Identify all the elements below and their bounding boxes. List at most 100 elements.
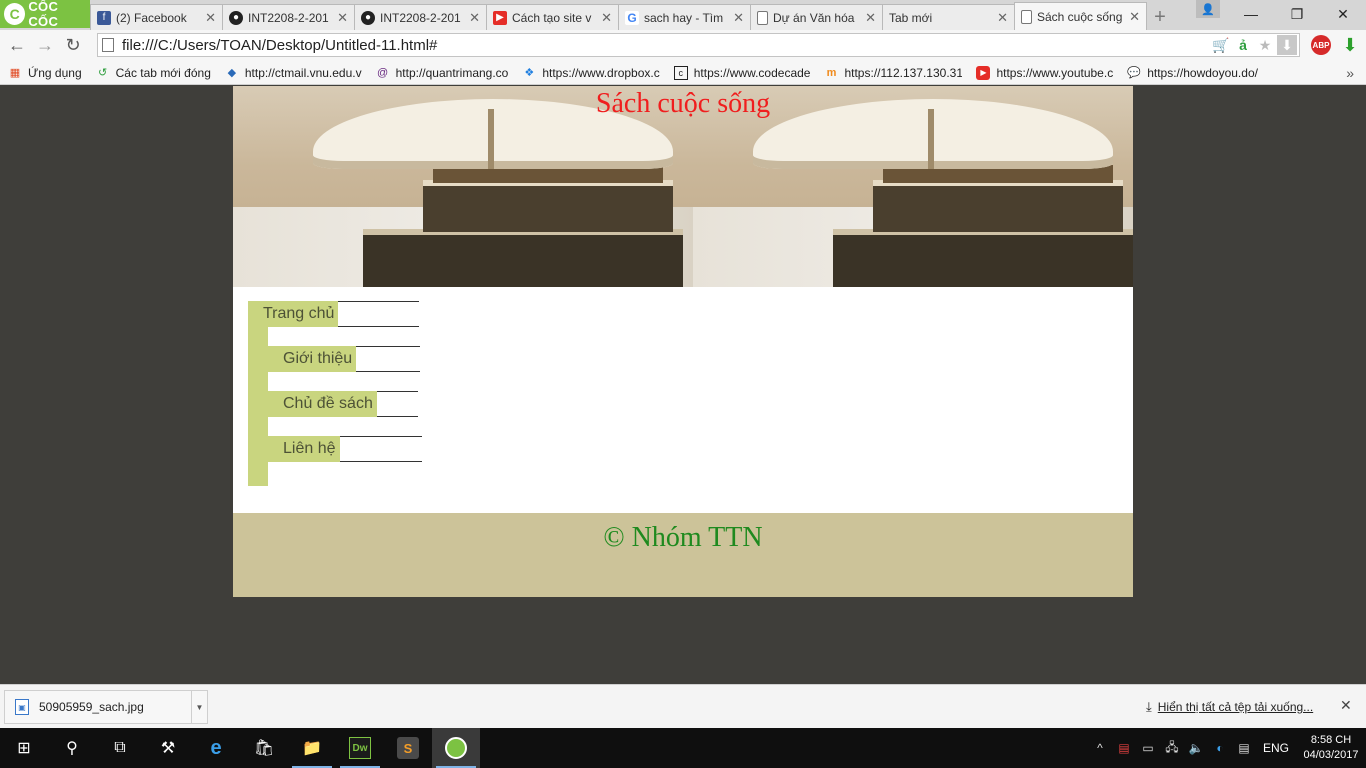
- chevron-up-icon[interactable]: ^: [1088, 728, 1112, 768]
- edge-icon[interactable]: e: [192, 728, 240, 768]
- tab-title: (2) Facebook: [116, 10, 187, 25]
- back-arrow-icon[interactable]: ←: [3, 32, 31, 60]
- close-tab-icon[interactable]: ✕: [469, 10, 480, 26]
- tab-du-an[interactable]: Dự án Văn hóa ✕: [750, 4, 883, 30]
- menu-item-chu-de-sach[interactable]: Chủ đề sách: [268, 391, 418, 417]
- bookmark-dropbox[interactable]: ❖ https://www.dropbox.c: [522, 66, 659, 80]
- menu-item-gioi-thieu[interactable]: Giới thiệu: [268, 346, 421, 372]
- bookmark-howdoyou[interactable]: 💬 https://howdoyou.do/: [1127, 66, 1258, 80]
- bookmark-quantrimang[interactable]: @ http://quantrimang.co: [376, 65, 509, 80]
- bookmarks-bar: ▦ Ứng dụng ↺ Các tab mới đóng ◆ http://c…: [0, 61, 1366, 85]
- page-icon: [102, 38, 114, 52]
- tab-facebook[interactable]: f (2) Facebook ✕: [90, 4, 223, 30]
- bookmark-label: https://www.dropbox.c: [542, 65, 660, 80]
- tab-title: INT2208-2-201: [380, 10, 461, 25]
- tab-title: Tab mới: [889, 10, 933, 25]
- language-indicator[interactable]: ENG: [1256, 728, 1296, 768]
- volume-icon[interactable]: 🔈: [1184, 728, 1208, 768]
- github-icon: ●: [229, 10, 243, 25]
- bookmark-moodle[interactable]: m https://112.137.130.31: [824, 66, 963, 80]
- search-icon[interactable]: ⚲: [48, 728, 96, 768]
- tab-sach-cuoc-song[interactable]: Sách cuộc sống ✕: [1014, 2, 1147, 30]
- tab-github-2[interactable]: ● INT2208-2-201 ✕: [354, 4, 487, 30]
- bookmark-label: Ứng dụng: [28, 65, 82, 80]
- network-icon[interactable]: 🖧: [1160, 728, 1184, 768]
- adblock-plus-icon[interactable]: ABP: [1311, 35, 1331, 55]
- footer-copyright: © Nhóm TTN: [603, 522, 763, 553]
- downloads-icon[interactable]: ⬇: [1340, 34, 1360, 56]
- file-explorer-icon[interactable]: 📁: [288, 728, 336, 768]
- moodle-icon: m: [826, 66, 837, 79]
- at-icon: @: [377, 66, 389, 79]
- power-icon[interactable]: ▭: [1136, 728, 1160, 768]
- forward-arrow-icon[interactable]: →: [31, 32, 59, 60]
- shopping-cart-icon[interactable]: 🛒: [1211, 35, 1231, 55]
- bookmark-star-icon[interactable]: ★: [1255, 35, 1275, 55]
- menu-item-label: Chủ đề sách: [268, 391, 377, 417]
- close-tab-icon[interactable]: ✕: [865, 10, 876, 26]
- windows-start-icon[interactable]: ⊞: [0, 728, 48, 768]
- close-tab-icon[interactable]: ✕: [1129, 9, 1140, 25]
- dreamweaver-icon[interactable]: Dw: [336, 728, 384, 768]
- tab-title: Cách tạo site v: [512, 10, 592, 25]
- bookmark-ctmail[interactable]: ◆ http://ctmail.vnu.edu.v: [225, 66, 362, 80]
- notification-icon[interactable]: ▤: [1232, 728, 1256, 768]
- reload-icon[interactable]: ↻: [59, 32, 87, 60]
- tools-app-icon[interactable]: ⚒: [144, 728, 192, 768]
- tab-youtube[interactable]: ▶ Cách tạo site v ✕: [486, 4, 619, 30]
- close-tab-icon[interactable]: ✕: [997, 10, 1008, 26]
- download-filename: 50905959_sach.jpg: [39, 700, 144, 714]
- chevron-down-icon[interactable]: ▼: [191, 691, 207, 723]
- bookmark-codecademy[interactable]: c https://www.codecade: [673, 65, 810, 80]
- tab-google[interactable]: G sach hay - Tìm ✕: [618, 4, 751, 30]
- new-tab-button[interactable]: +: [1146, 4, 1174, 30]
- windows-taskbar: ⊞ ⚲ ⧉ ⚒ e 🛍 📁 Dw S ^ ▤ ▭ 🖧 🔈 ◐ ▤ ENG 8:5…: [0, 728, 1366, 768]
- coccoc-dictionary-icon[interactable]: ả: [1233, 35, 1253, 55]
- clock-date: 04/03/2017: [1303, 749, 1359, 761]
- bookmark-apps[interactable]: ▦ Ứng dụng: [8, 66, 82, 80]
- download-shelf: ▣ 50905959_sach.jpg ▼ ⤓ Hiển thị tất cả …: [0, 684, 1366, 728]
- tab-github-1[interactable]: ● INT2208-2-201 ✕: [222, 4, 355, 30]
- site-footer: © Nhóm TTN: [233, 513, 1133, 597]
- brand-label: CỐC CỐC: [28, 0, 59, 29]
- site-title: Sách cuộc sống: [595, 88, 771, 119]
- close-tab-icon[interactable]: ✕: [733, 10, 744, 26]
- profile-icon[interactable]: 👤: [1196, 0, 1220, 18]
- tab-strip: C CỐC CỐC f (2) Facebook ✕ ● INT2208-2-2…: [0, 0, 1366, 30]
- unikey-icon[interactable]: ▤: [1112, 728, 1136, 768]
- dropbox-icon: ❖: [524, 67, 535, 79]
- bookmark-youtube[interactable]: ▶ https://www.youtube.c: [976, 65, 1114, 80]
- store-icon[interactable]: 🛍: [240, 728, 288, 768]
- bookmark-recent-tabs[interactable]: ↺ Các tab mới đóng: [96, 66, 211, 80]
- show-all-downloads-link[interactable]: ⤓ Hiển thị tất cả tệp tải xuống...: [1146, 699, 1313, 715]
- menu-item-label: Liên hệ: [268, 436, 340, 462]
- menu-item-lien-he[interactable]: Liên hệ: [268, 436, 422, 462]
- sublime-text-icon[interactable]: S: [384, 728, 432, 768]
- close-shelf-icon[interactable]: ✕: [1340, 697, 1352, 714]
- bookmark-label: https://howdoyou.do/: [1147, 65, 1258, 80]
- coccoc-taskbar-icon[interactable]: [432, 728, 480, 768]
- minimize-icon[interactable]: —: [1228, 0, 1274, 28]
- address-bar[interactable]: file:///C:/Users/TOAN/Desktop/Untitled-1…: [97, 33, 1300, 57]
- coccoc-menu-button[interactable]: C CỐC CỐC: [0, 0, 90, 29]
- bookmark-label: http://quantrimang.co: [395, 65, 509, 80]
- clock[interactable]: 8:58 CH 04/03/2017: [1296, 728, 1366, 768]
- tab-new[interactable]: Tab mới ✕: [882, 4, 1015, 30]
- maximize-icon[interactable]: ❐: [1274, 0, 1320, 28]
- savior-download-icon[interactable]: ⬇: [1277, 35, 1297, 55]
- vnu-icon: ◆: [227, 67, 237, 79]
- menu-item-trang-chu[interactable]: Trang chủ: [248, 301, 420, 327]
- bookmark-label: https://www.youtube.c: [996, 65, 1114, 80]
- show-all-label: Hiển thị tất cả tệp tải xuống...: [1157, 700, 1314, 714]
- tabs: f (2) Facebook ✕ ● INT2208-2-201 ✕ ● INT…: [90, 2, 1174, 30]
- close-tab-icon[interactable]: ✕: [205, 10, 216, 26]
- close-window-icon[interactable]: ✕: [1320, 0, 1366, 28]
- skype-icon[interactable]: ◐: [1208, 728, 1232, 768]
- download-item[interactable]: ▣ 50905959_sach.jpg ▼: [4, 690, 208, 724]
- history-icon: ↺: [98, 67, 108, 79]
- image-file-icon: ▣: [15, 699, 29, 715]
- close-tab-icon[interactable]: ✕: [337, 10, 348, 26]
- close-tab-icon[interactable]: ✕: [601, 10, 612, 26]
- task-view-icon[interactable]: ⧉: [96, 728, 144, 768]
- more-bookmarks-icon[interactable]: »: [1346, 65, 1354, 81]
